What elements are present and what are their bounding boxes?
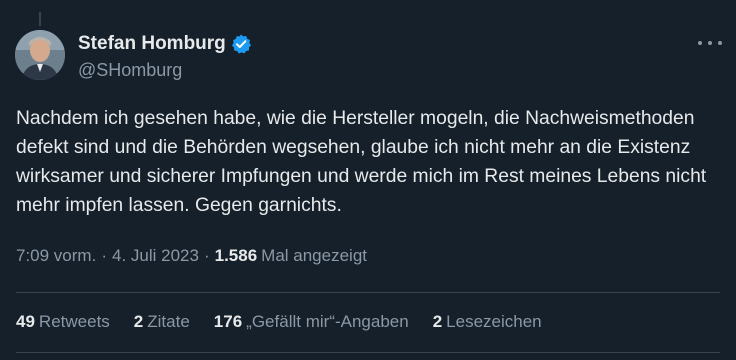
meta-separator: ·	[101, 246, 107, 265]
thread-connector-line	[39, 12, 41, 26]
views-label[interactable]: Mal angezeigt	[261, 246, 367, 266]
bookmarks-label: Lesezeichen	[446, 312, 542, 331]
tweet-header: Stefan Homburg @SHomburg	[15, 30, 252, 81]
tweet-stats: 49 Retweets 2 Zitate 176 „Gefällt mir“-A…	[16, 312, 566, 332]
stat-retweets[interactable]: 49 Retweets	[16, 312, 110, 332]
author-names: Stefan Homburg @SHomburg	[78, 32, 252, 81]
quotes-label: Zitate	[147, 312, 190, 331]
divider	[16, 292, 720, 293]
bookmarks-count: 2	[432, 312, 443, 331]
likes-count: 176	[213, 312, 243, 331]
retweets-label: Retweets	[38, 312, 110, 331]
quotes-count: 2	[133, 312, 144, 331]
stat-quotes[interactable]: 2 Zitate	[134, 312, 190, 332]
tweet-date[interactable]: 4. Juli 2023	[112, 246, 199, 266]
display-name-row: Stefan Homburg	[78, 32, 252, 56]
stat-bookmarks[interactable]: 2 Lesezeichen	[433, 312, 542, 332]
more-horizontal-icon[interactable]	[698, 36, 722, 50]
verified-badge-icon[interactable]	[230, 33, 252, 55]
meta-separator: ·	[203, 246, 210, 265]
author-handle[interactable]: @SHomburg	[78, 60, 252, 81]
more-dot	[708, 41, 712, 45]
tweet-meta: 7:09 vorm. · 4. Juli 2023 · 1.586 Mal an…	[16, 246, 367, 266]
display-name[interactable]: Stefan Homburg	[78, 33, 226, 55]
likes-label: „Gefällt mir“-Angaben	[246, 312, 409, 331]
tweet-text: Nachdem ich gesehen habe, wie die Herste…	[16, 108, 707, 216]
views-count[interactable]: 1.586	[215, 246, 258, 266]
tweet-time[interactable]: 7:09 vorm.	[16, 246, 96, 266]
tweet-card: Stefan Homburg @SHomburg Nachdem ich ges…	[0, 0, 736, 360]
retweets-count: 49	[16, 312, 35, 331]
stat-likes[interactable]: 176 „Gefällt mir“-Angaben	[214, 312, 409, 332]
divider	[16, 352, 720, 353]
more-dot	[718, 41, 722, 45]
avatar[interactable]	[15, 30, 65, 80]
more-dot	[698, 41, 702, 45]
